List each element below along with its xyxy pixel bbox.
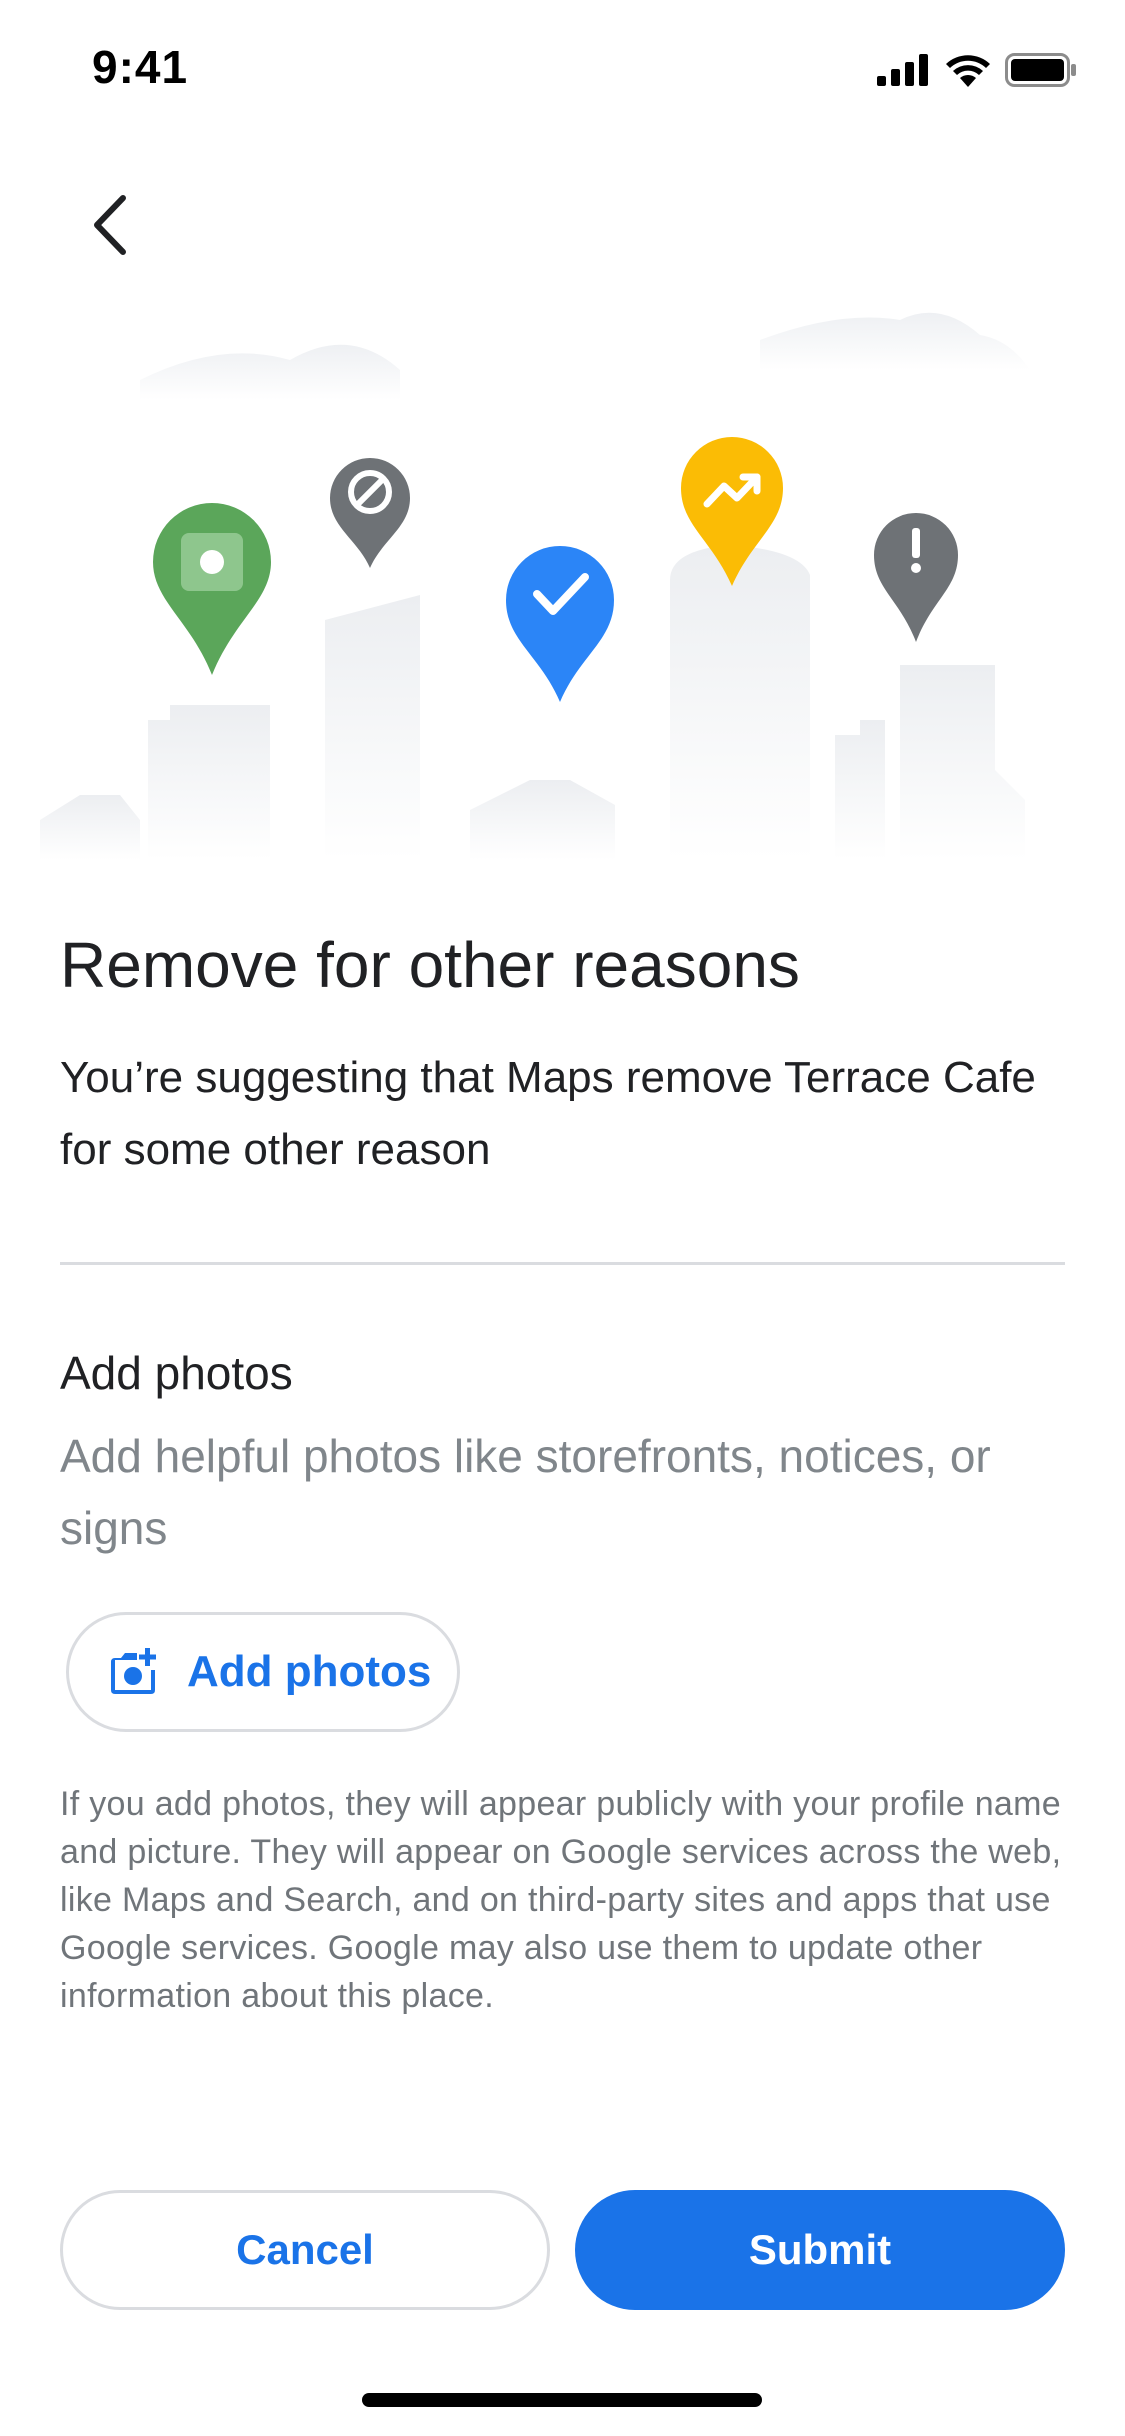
battery-icon bbox=[1005, 53, 1076, 87]
section-divider bbox=[60, 1262, 1065, 1265]
building-shape bbox=[148, 705, 270, 860]
submit-button[interactable]: Submit bbox=[575, 2190, 1065, 2310]
status-bar: 9:41 bbox=[0, 0, 1125, 130]
blocked-map-pin-icon bbox=[330, 458, 410, 568]
add-photo-camera-icon bbox=[111, 1648, 156, 1694]
add-photos-button[interactable]: Add photos bbox=[66, 1612, 460, 1732]
back-button[interactable] bbox=[60, 175, 160, 275]
home-indicator[interactable] bbox=[362, 2393, 762, 2407]
building-shape bbox=[670, 545, 810, 860]
check-map-pin-icon bbox=[506, 546, 614, 702]
status-icons bbox=[877, 50, 1077, 90]
add-photos-title: Add photos bbox=[60, 1347, 293, 1399]
status-time: 9:41 bbox=[92, 41, 189, 93]
photos-disclaimer: If you add photos, they will appear publ… bbox=[60, 1785, 1062, 2015]
alert-map-pin-icon bbox=[874, 513, 958, 642]
wifi-icon bbox=[946, 55, 990, 87]
page-description: You’re suggesting that Maps remove Terra… bbox=[60, 1053, 1036, 1174]
cancel-button[interactable]: Cancel bbox=[60, 2190, 550, 2310]
green-map-pin-icon bbox=[153, 503, 271, 675]
building-shape bbox=[325, 595, 420, 860]
header-illustration bbox=[40, 300, 1085, 860]
cloud-shape bbox=[140, 344, 400, 400]
add-photos-description: Add helpful photos like storefronts, not… bbox=[60, 1430, 991, 1554]
add-photos-button-label: Add photos bbox=[187, 1647, 432, 1696]
building-shape bbox=[470, 780, 615, 860]
chevron-left-icon bbox=[94, 195, 126, 255]
building-shape bbox=[835, 720, 885, 860]
signal-icon bbox=[877, 54, 928, 86]
cloud-shape bbox=[760, 312, 1030, 370]
building-shape bbox=[900, 665, 1025, 860]
page-title: Remove for other reasons bbox=[60, 929, 800, 1001]
building-shape bbox=[40, 795, 140, 860]
